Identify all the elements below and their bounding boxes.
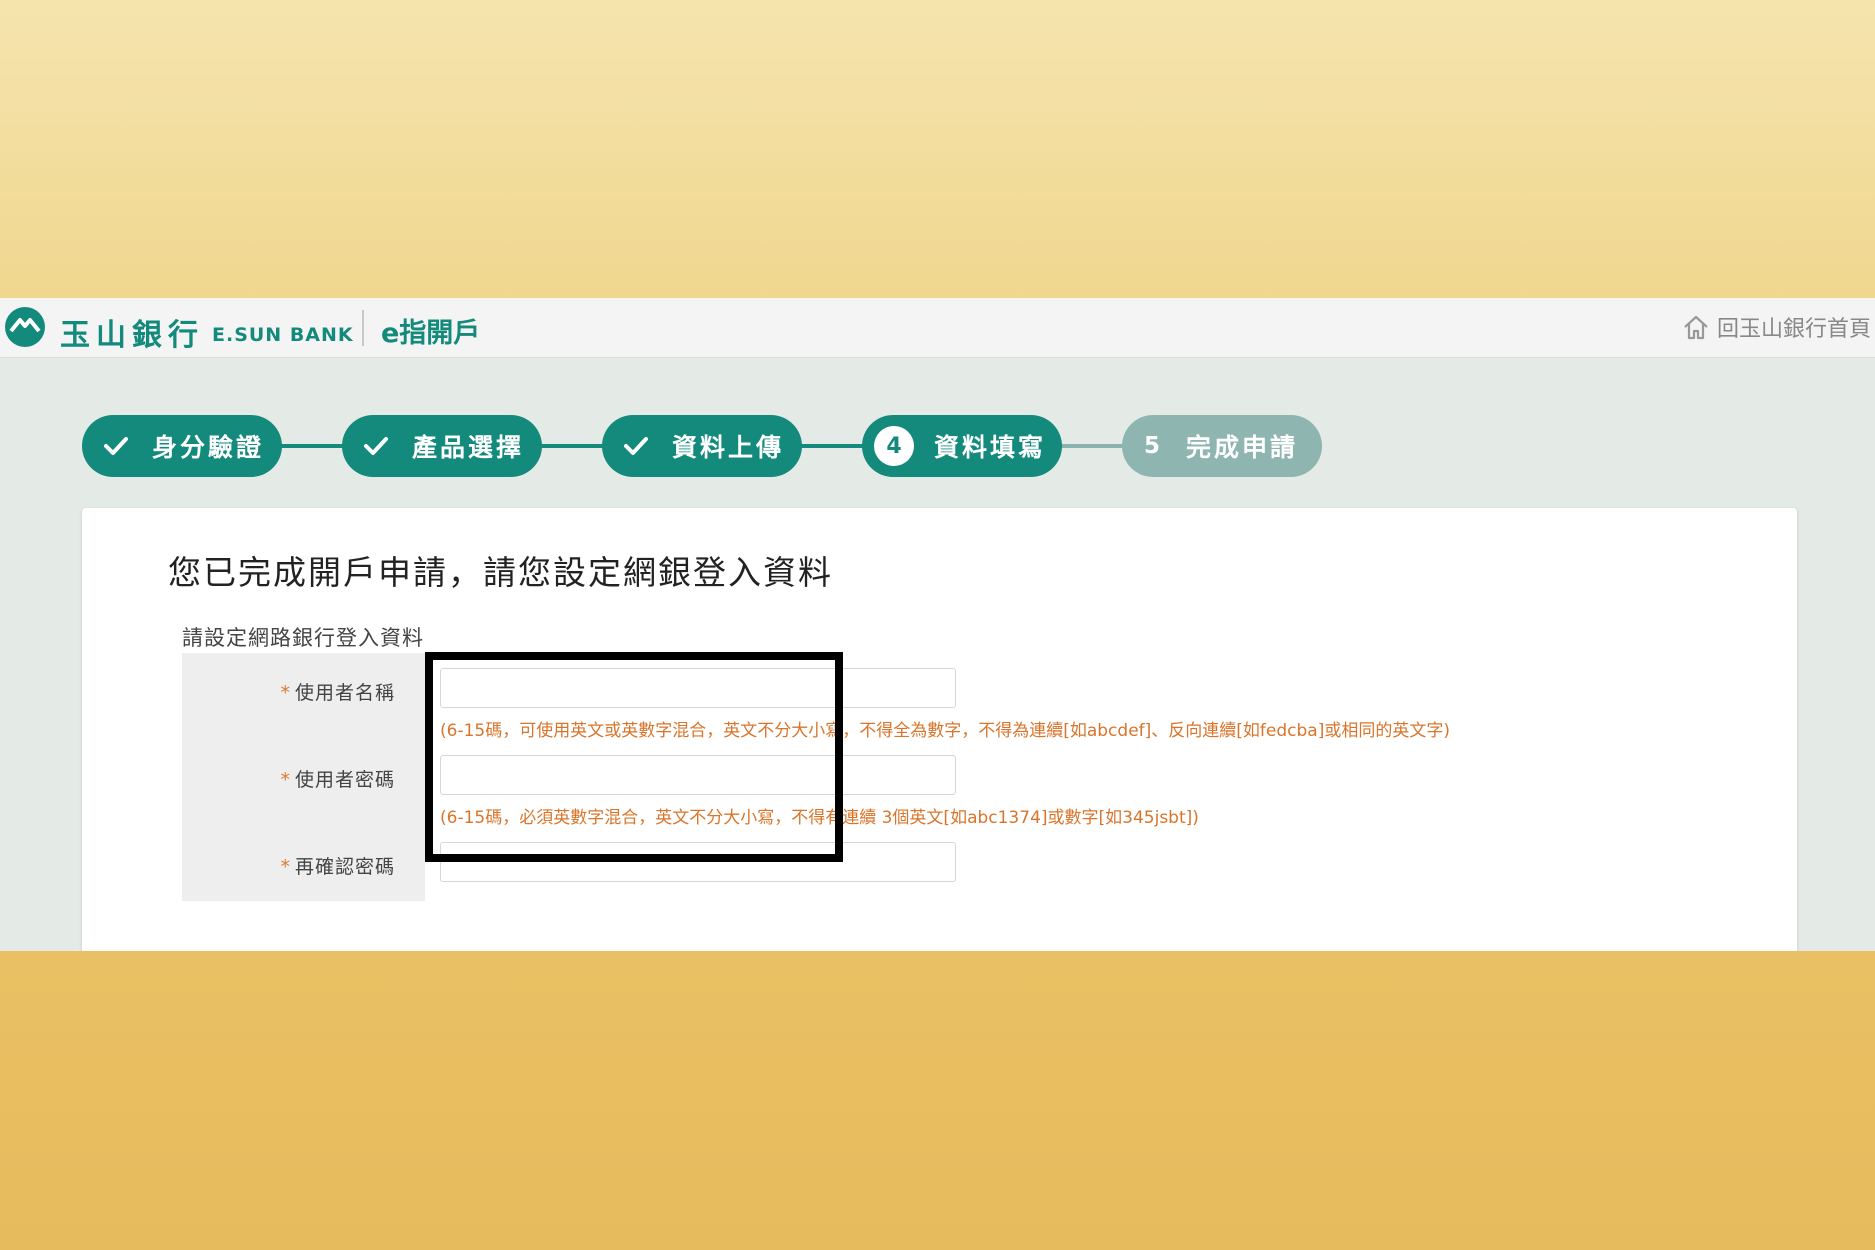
brand-divider [362,310,364,346]
brand-name-english: E.SUN BANK [212,324,354,346]
site-header: 玉山銀行 E.SUN BANK e指開戶 回玉山銀行首頁 [0,298,1875,358]
esun-logo-icon [5,307,45,347]
home-link[interactable]: 回玉山銀行首頁 [1681,312,1871,342]
bank-screenshot: 玉山銀行 E.SUN BANK e指開戶 回玉山銀行首頁 身分驗證 產品選擇 資… [0,298,1875,951]
confirm-password-label: * 再確認密碼 [280,852,395,879]
step-identity-verification: 身分驗證 [82,415,282,477]
progress-steps: 身分驗證 產品選擇 資料上傳 4 資料填寫 5 完成申請 [82,415,1332,477]
required-mark: * [280,769,291,791]
home-icon [1684,315,1708,340]
step-label: 完成申請 [1186,433,1299,462]
password-label-text: 使用者密碼 [294,769,395,791]
step-connector [792,444,872,448]
step-label: 資料上傳 [672,433,785,462]
background-bottom [0,951,1875,1250]
step-complete-application: 5 完成申請 [1122,415,1322,477]
username-label-text: 使用者名稱 [294,682,395,704]
check-icon [364,437,388,455]
section-label: 請設定網路銀行登入資料 [182,626,424,650]
step-label: 身分驗證 [152,433,265,462]
required-mark: * [280,856,291,878]
password-label: * 使用者密碼 [280,765,395,792]
password-hint: (6-15碼，必須英數字混合，英文不分大小寫，不得有連續 3個英文[如abc13… [440,808,1199,828]
check-icon [624,437,648,455]
required-mark: * [280,682,291,704]
step-data-entry: 4 資料填寫 [862,415,1062,477]
step-connector [532,444,612,448]
step-document-upload: 資料上傳 [602,415,802,477]
label-column: * 使用者名稱 * 使用者密碼 * 再確認密碼 [182,653,425,901]
check-icon [104,437,128,455]
brand-name-chinese: 玉山銀行 [60,318,204,353]
username-label: * 使用者名稱 [280,678,395,705]
step-number: 5 [1144,433,1161,459]
form-card: 您已完成開戶申請，請您設定網銀登入資料 請設定網路銀行登入資料 * 使用者名稱 *… [82,508,1797,951]
username-input[interactable] [440,668,956,708]
password-input[interactable] [440,755,956,795]
step-label: 產品選擇 [412,433,525,462]
confirm-password-input[interactable] [440,842,956,882]
home-link-label: 回玉山銀行首頁 [1716,317,1871,342]
page-title: 您已完成開戶申請，請您設定網銀登入資料 [168,553,833,592]
product-name: e指開戶 [381,318,481,349]
background-top [0,0,1875,298]
username-hint: (6-15碼，可使用英文或英數字混合，英文不分大小寫，不得全為數字，不得為連續[… [440,721,1450,741]
step-connector [272,444,352,448]
confirm-password-label-text: 再確認密碼 [294,856,395,878]
step-product-selection: 產品選擇 [342,415,542,477]
step-connector [1052,444,1132,448]
step-number: 4 [874,426,914,466]
step-label: 資料填寫 [934,433,1047,462]
